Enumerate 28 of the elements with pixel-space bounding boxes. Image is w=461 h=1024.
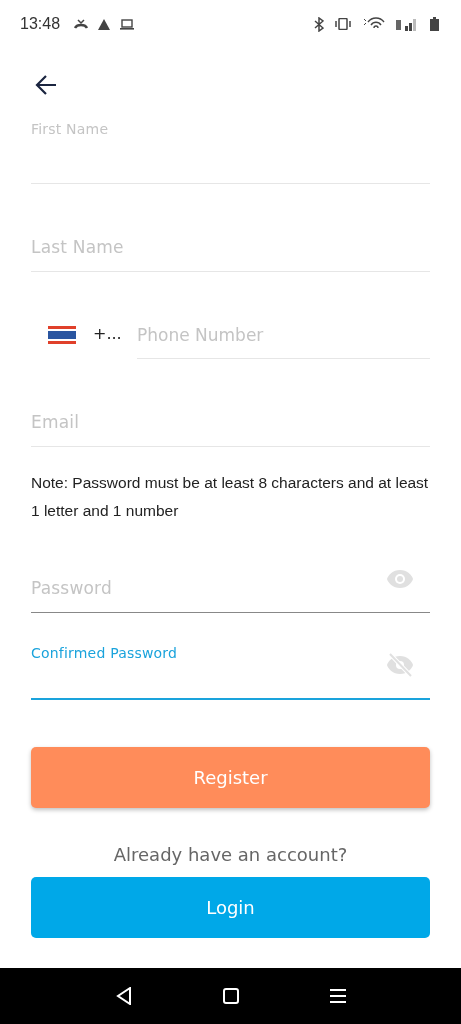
- login-button[interactable]: Login: [31, 877, 430, 938]
- phone-field[interactable]: Phone Number: [137, 272, 430, 359]
- back-nav-icon[interactable]: [115, 987, 132, 1005]
- field-label: Email: [31, 412, 80, 432]
- menu-icon[interactable]: [329, 989, 346, 1003]
- field-label: Confirmed Password: [31, 645, 178, 661]
- vibrate-icon: [334, 18, 352, 30]
- status-time: 13:48: [20, 15, 61, 33]
- bluetooth-icon: [314, 16, 324, 32]
- password-field[interactable]: Confirmed Password: [31, 613, 430, 700]
- laptop-icon: [120, 18, 135, 30]
- country-code[interactable]: +...: [93, 324, 137, 343]
- input-field[interactable]: Last Name: [31, 184, 430, 272]
- home-nav-icon[interactable]: [222, 988, 239, 1004]
- field-label: Last Name: [31, 237, 124, 257]
- warning-icon: [98, 18, 111, 30]
- flag-icon[interactable]: [48, 326, 76, 344]
- battery-icon: [430, 17, 439, 31]
- password-note: Note: Password must be at least 8 characters and at least 1 letter and 1 number: [31, 473, 430, 521]
- field-label: Password: [31, 578, 112, 598]
- register-button[interactable]: Register: [31, 747, 430, 808]
- input-field[interactable]: Email: [31, 359, 430, 447]
- account-prompt: Already have an account?: [112, 844, 349, 865]
- input-field[interactable]: First Name: [31, 100, 430, 184]
- missed-call-icon: [74, 19, 89, 29]
- back-arrow-icon: [34, 74, 58, 96]
- password-field[interactable]: Password: [31, 525, 430, 613]
- field-label: First Name: [31, 121, 109, 137]
